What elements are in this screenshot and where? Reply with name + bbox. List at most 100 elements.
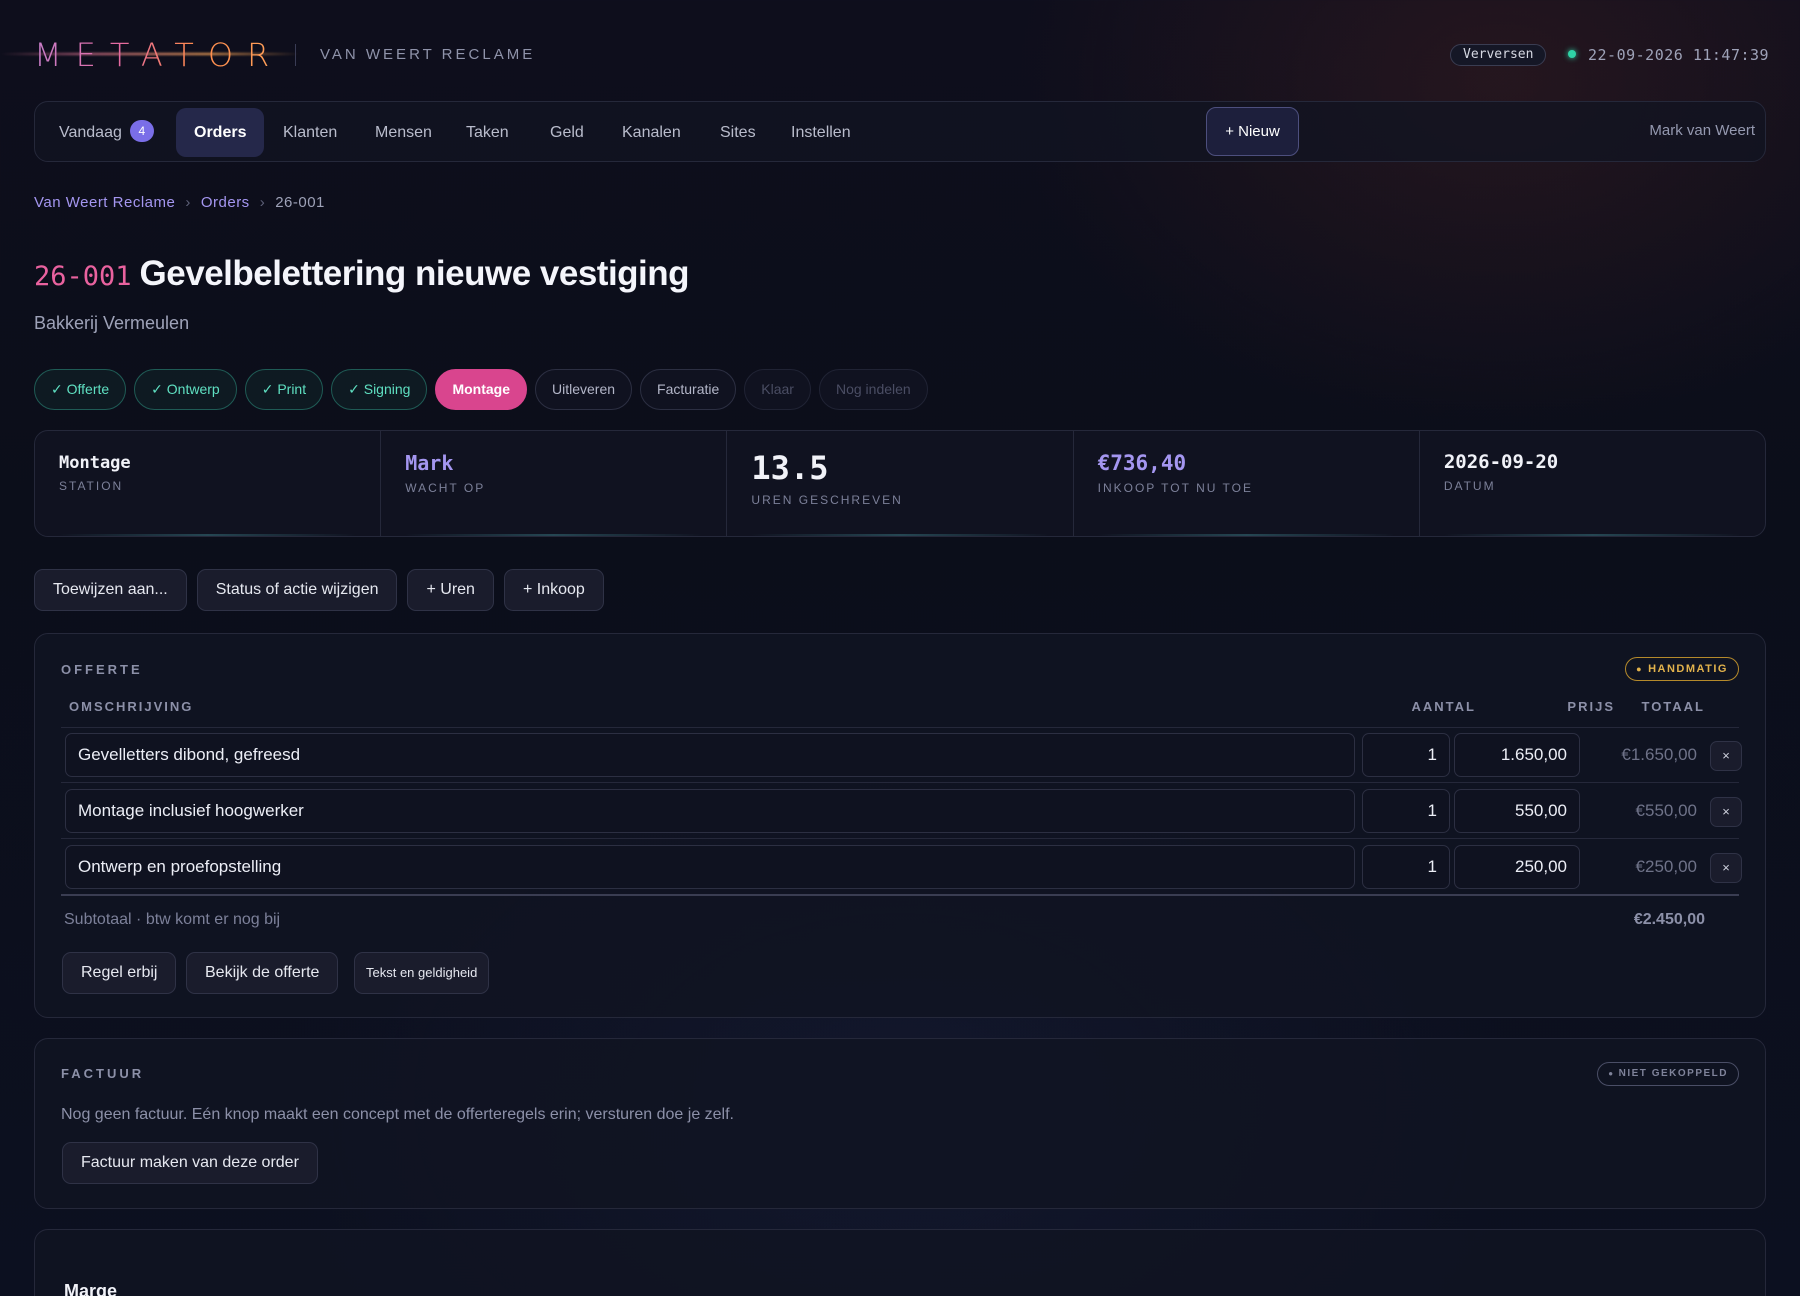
column-header-qty: AANTAL — [1411, 699, 1476, 714]
stat-value: Mark — [405, 451, 454, 475]
breadcrumb: Van Weert Reclame › Orders › 26-001 — [34, 194, 325, 211]
create-invoice-button[interactable]: Factuur maken van deze order — [62, 1142, 318, 1184]
stat-waiting-on: Mark WACHT OP — [381, 431, 728, 536]
stage-uitleveren[interactable]: Uitleveren — [535, 369, 633, 410]
text-validity-button[interactable]: Tekst en geldigheid — [354, 952, 490, 994]
stat-label: STATION — [59, 479, 124, 493]
delete-line-button[interactable]: × — [1710, 797, 1742, 827]
stat-hours: 13.5 UREN GESCHREVEN — [727, 431, 1074, 536]
quote-title: OFFERTE — [61, 662, 143, 677]
nav-item-sites[interactable]: Sites — [702, 108, 774, 157]
subtotal-divider — [61, 894, 1739, 896]
subtotal-label: Subtotaal · btw komt er nog bij — [64, 911, 281, 928]
nav-item-orders[interactable]: Orders — [176, 108, 265, 157]
nav-item-kanalen[interactable]: Kanalen — [604, 108, 699, 157]
stage-ontwerp[interactable]: ✓ Ontwerp — [134, 369, 237, 410]
breadcrumb-separator-icon: › — [185, 194, 191, 211]
nav-item-label: Vandaag — [59, 124, 122, 141]
nav-item-taken[interactable]: Taken — [448, 108, 527, 157]
stage-nog-indelen[interactable]: Nog indelen — [818, 369, 928, 410]
stage-montage[interactable]: Montage — [435, 369, 527, 410]
company-name: VAN WEERT RECLAME — [320, 46, 536, 63]
nav-item-klanten[interactable]: Klanten — [265, 108, 355, 157]
stat-value: Montage — [59, 453, 131, 473]
quote-row: Ontwerp en proefopstelling 1 250,00 €250… — [61, 843, 1742, 891]
stat-value: €736,40 — [1097, 451, 1187, 475]
stage-facturatie[interactable]: Facturatie — [640, 369, 737, 410]
live-status-icon — [1568, 50, 1576, 58]
stage-signing[interactable]: ✓ Signing — [331, 369, 428, 410]
delete-line-button[interactable]: × — [1710, 853, 1742, 883]
stat-value: 2026-09-20 — [1443, 451, 1559, 473]
nav-item-instellen[interactable]: Instellen — [773, 108, 869, 157]
line-description-input[interactable]: Gevelletters dibond, gefreesd — [65, 733, 1355, 777]
manual-badge: HANDMATIG — [1625, 657, 1739, 681]
line-quantity-input[interactable]: 1 — [1362, 845, 1450, 889]
invoice-panel: FACTUUR NIET GEKOPPELD Nog geen factuur.… — [34, 1038, 1766, 1209]
stat-label: WACHT OP — [405, 481, 486, 495]
nav-item-vandaag[interactable]: Vandaag 4 — [41, 108, 172, 157]
change-status-button[interactable]: Status of actie wijzigen — [196, 569, 398, 611]
header-divider — [61, 727, 1739, 728]
app-logo[interactable]: METATOR — [34, 36, 283, 74]
line-quantity-input[interactable]: 1 — [1362, 789, 1450, 833]
line-total: €250,00 — [1635, 857, 1697, 876]
stat-label: UREN GESCHREVEN — [751, 493, 903, 507]
column-header-desc: OMSCHRIJVING — [69, 699, 194, 714]
line-quantity-input[interactable]: 1 — [1362, 733, 1450, 777]
order-actions: Toewijzen aan... Status of actie wijzige… — [34, 569, 604, 611]
stat-station: Montage STATION — [35, 431, 382, 536]
column-header-price: PRIJS — [1567, 699, 1615, 714]
new-button[interactable]: + Nieuw — [1206, 107, 1299, 156]
invoice-title: FACTUUR — [61, 1066, 145, 1081]
margin-panel: Marge — [34, 1229, 1766, 1296]
add-purchase-button[interactable]: + Inkoop — [503, 569, 604, 611]
line-total: €1.650,00 — [1621, 745, 1697, 764]
stat-label: DATUM — [1443, 479, 1496, 493]
main-nav: Vandaag 4 Orders Klanten Mensen Taken Gel… — [34, 101, 1766, 162]
customer-name[interactable]: Bakkerij Vermeulen — [34, 313, 189, 334]
breadcrumb-orders[interactable]: Orders — [201, 194, 250, 211]
assign-button[interactable]: Toewijzen aan... — [34, 569, 187, 611]
nav-count-badge: 4 — [129, 120, 154, 142]
row-divider — [61, 838, 1739, 839]
datetime-display: 22-09-2026 11:47:39 — [1588, 46, 1770, 64]
page-title: 26-001 Gevelbelettering nieuwe vestiging — [34, 254, 690, 294]
order-title: Gevelbelettering nieuwe vestiging — [139, 254, 690, 293]
order-stats: Montage STATION Mark WACHT OP 13.5 UREN … — [34, 430, 1766, 537]
stat-label: INKOOP TOT NU TOE — [1097, 481, 1253, 495]
column-header-total: TOTAAL — [1641, 699, 1705, 714]
quote-panel: OFFERTE HANDMATIG OMSCHRIJVING AANTAL PR… — [34, 633, 1766, 1018]
order-code: 26-001 — [34, 261, 132, 292]
view-quote-button[interactable]: Bekijk de offerte — [186, 952, 339, 994]
nav-item-mensen[interactable]: Mensen — [357, 108, 450, 157]
stage-pipeline: ✓ Offerte ✓ Ontwerp ✓ Print ✓ Signing Mo… — [34, 369, 928, 410]
stage-offerte[interactable]: ✓ Offerte — [34, 369, 127, 410]
add-line-button[interactable]: Regel erbij — [62, 952, 177, 994]
delete-line-button[interactable]: × — [1710, 741, 1742, 771]
subtotal-value: €2.450,00 — [1633, 911, 1705, 928]
margin-title: Marge — [64, 1281, 118, 1296]
line-price-input[interactable]: 1.650,00 — [1454, 733, 1580, 777]
top-bar: METATOR VAN WEERT RECLAME Verversen 22-0… — [0, 0, 1800, 100]
line-price-input[interactable]: 550,00 — [1454, 789, 1580, 833]
line-description-input[interactable]: Montage inclusief hoogwerker — [65, 789, 1355, 833]
stat-purchase: €736,40 INKOOP TOT NU TOE — [1074, 431, 1420, 536]
breadcrumb-company[interactable]: Van Weert Reclame — [34, 194, 175, 211]
stage-print[interactable]: ✓ Print — [244, 369, 324, 410]
stat-value: 13.5 — [751, 449, 829, 487]
breadcrumb-separator-icon: › — [259, 194, 266, 211]
nav-item-geld[interactable]: Geld — [532, 108, 602, 157]
logo-divider — [295, 44, 296, 66]
not-linked-badge: NIET GEKOPPELD — [1597, 1062, 1739, 1086]
line-description-input[interactable]: Ontwerp en proefopstelling — [65, 845, 1355, 889]
breadcrumb-current: 26-001 — [275, 194, 325, 211]
invoice-description: Nog geen factuur. Eén knop maakt een con… — [61, 1106, 734, 1123]
line-total: €550,00 — [1635, 801, 1697, 820]
refresh-button[interactable]: Verversen — [1450, 44, 1547, 66]
user-menu[interactable]: Mark van Weert — [1649, 122, 1755, 139]
row-divider — [61, 782, 1739, 783]
add-hours-button[interactable]: + Uren — [407, 569, 494, 611]
stage-klaar[interactable]: Klaar — [744, 369, 811, 410]
line-price-input[interactable]: 250,00 — [1454, 845, 1580, 889]
